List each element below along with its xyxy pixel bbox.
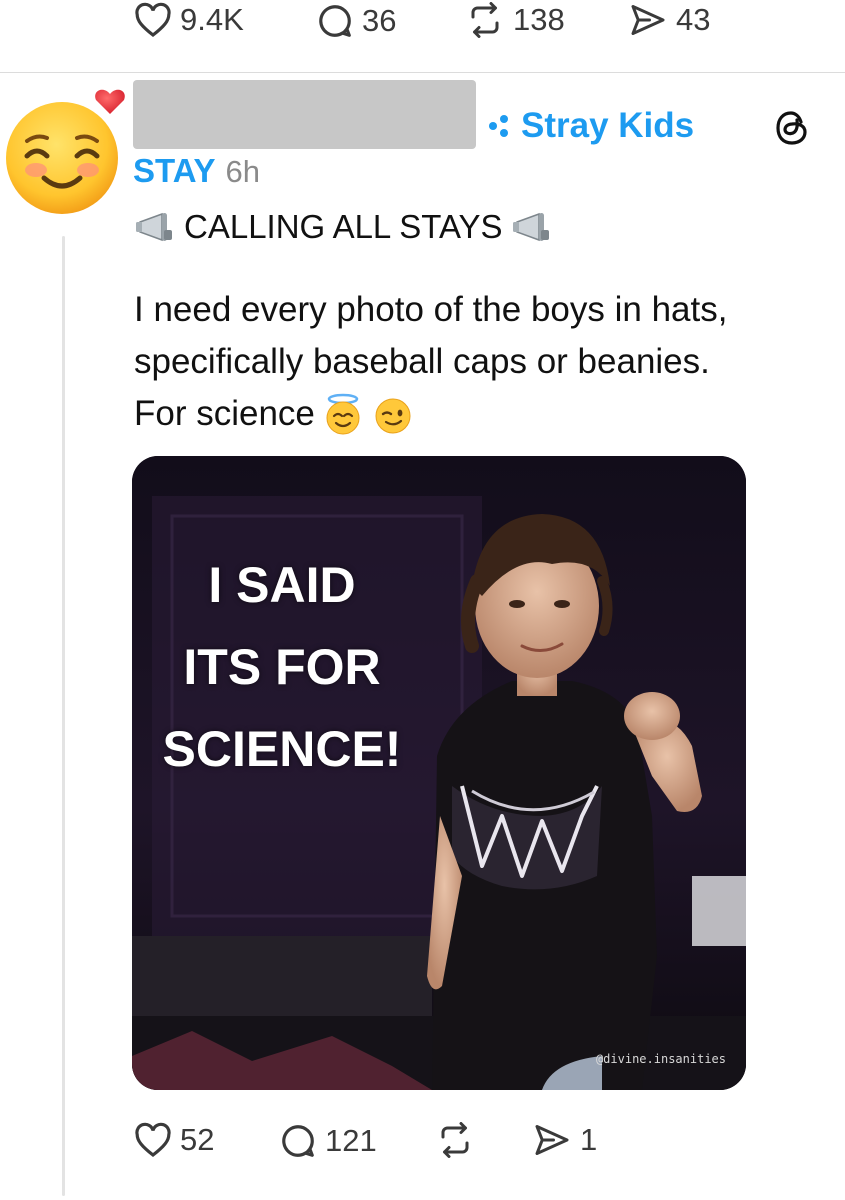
redacted-username [133, 80, 476, 149]
post-actions: 52 121 1 [0, 1118, 845, 1168]
meme-caption-line: I SAID [208, 557, 356, 613]
community-name: Stray Kids [521, 106, 695, 145]
megaphone-icon [136, 212, 172, 242]
post-meta: STAY 6h [133, 152, 260, 190]
avatar[interactable] [0, 86, 132, 286]
previous-post-actions: 9.4K 36 138 43 [0, 0, 845, 44]
like-button[interactable]: 52 [134, 1122, 214, 1158]
heart-icon [135, 2, 171, 38]
meme-caption-line: SCIENCE! [162, 721, 402, 777]
megaphone-icon [512, 212, 549, 242]
like-count: 52 [180, 1122, 215, 1157]
send-icon [631, 5, 665, 35]
smiling-face-with-halo-icon [326, 393, 360, 435]
threads-logo-icon[interactable] [772, 108, 812, 148]
meme-caption-line: ITS FOR [183, 639, 381, 695]
meme-caption: I SAID ITS FOR SCIENCE! [132, 544, 432, 790]
repost-button[interactable]: 138 [465, 2, 565, 38]
repost-arrows-icon [441, 1122, 469, 1158]
share-button[interactable]: 43 [628, 2, 710, 38]
repost-button[interactable] [435, 1122, 483, 1158]
reply-count: 36 [362, 3, 397, 38]
reply-button[interactable]: 121 [279, 1122, 377, 1160]
share-count: 43 [676, 2, 711, 37]
reply-bubble-icon [282, 1125, 314, 1157]
post-headline: CALLING ALL STAYS [134, 208, 553, 246]
headline-text: CALLING ALL STAYS [184, 208, 503, 245]
reply-button[interactable]: 36 [316, 2, 396, 40]
repost-count: 138 [513, 2, 565, 37]
smiling-face-with-hearts-icon [1, 89, 125, 286]
body-line-text: For science [134, 394, 315, 433]
thread-line [62, 236, 65, 1196]
post-time: 6h [225, 154, 261, 189]
body-line-last: For science [134, 388, 824, 440]
reply-count: 121 [325, 1123, 377, 1158]
author-handle[interactable]: STAY [133, 152, 216, 190]
repost-arrows-icon [471, 2, 499, 38]
threads-logo-icon-svg [776, 111, 807, 145]
heart-icon [135, 1122, 171, 1158]
body-line: I need every photo of the boys in hats, [134, 290, 728, 329]
like-count: 9.4K [180, 2, 244, 37]
reply-bubble-icon [319, 5, 351, 37]
share-count: 1 [580, 1122, 598, 1157]
image-watermark: @divine.insanities [595, 1052, 726, 1066]
post-divider [0, 72, 845, 73]
winking-face-icon [375, 398, 411, 434]
community-dots-icon [489, 115, 508, 137]
body-line: specifically baseball caps or beanies. [134, 342, 710, 381]
send-icon [535, 1125, 569, 1155]
share-button[interactable]: 1 [532, 1122, 597, 1158]
community-tag[interactable]: Stray Kids [487, 106, 694, 146]
post-image[interactable]: I SAID ITS FOR SCIENCE! @divine.insaniti… [132, 456, 746, 1090]
like-button[interactable]: 9.4K [134, 2, 244, 38]
post-body: I need every photo of the boys in hats, … [134, 284, 824, 440]
